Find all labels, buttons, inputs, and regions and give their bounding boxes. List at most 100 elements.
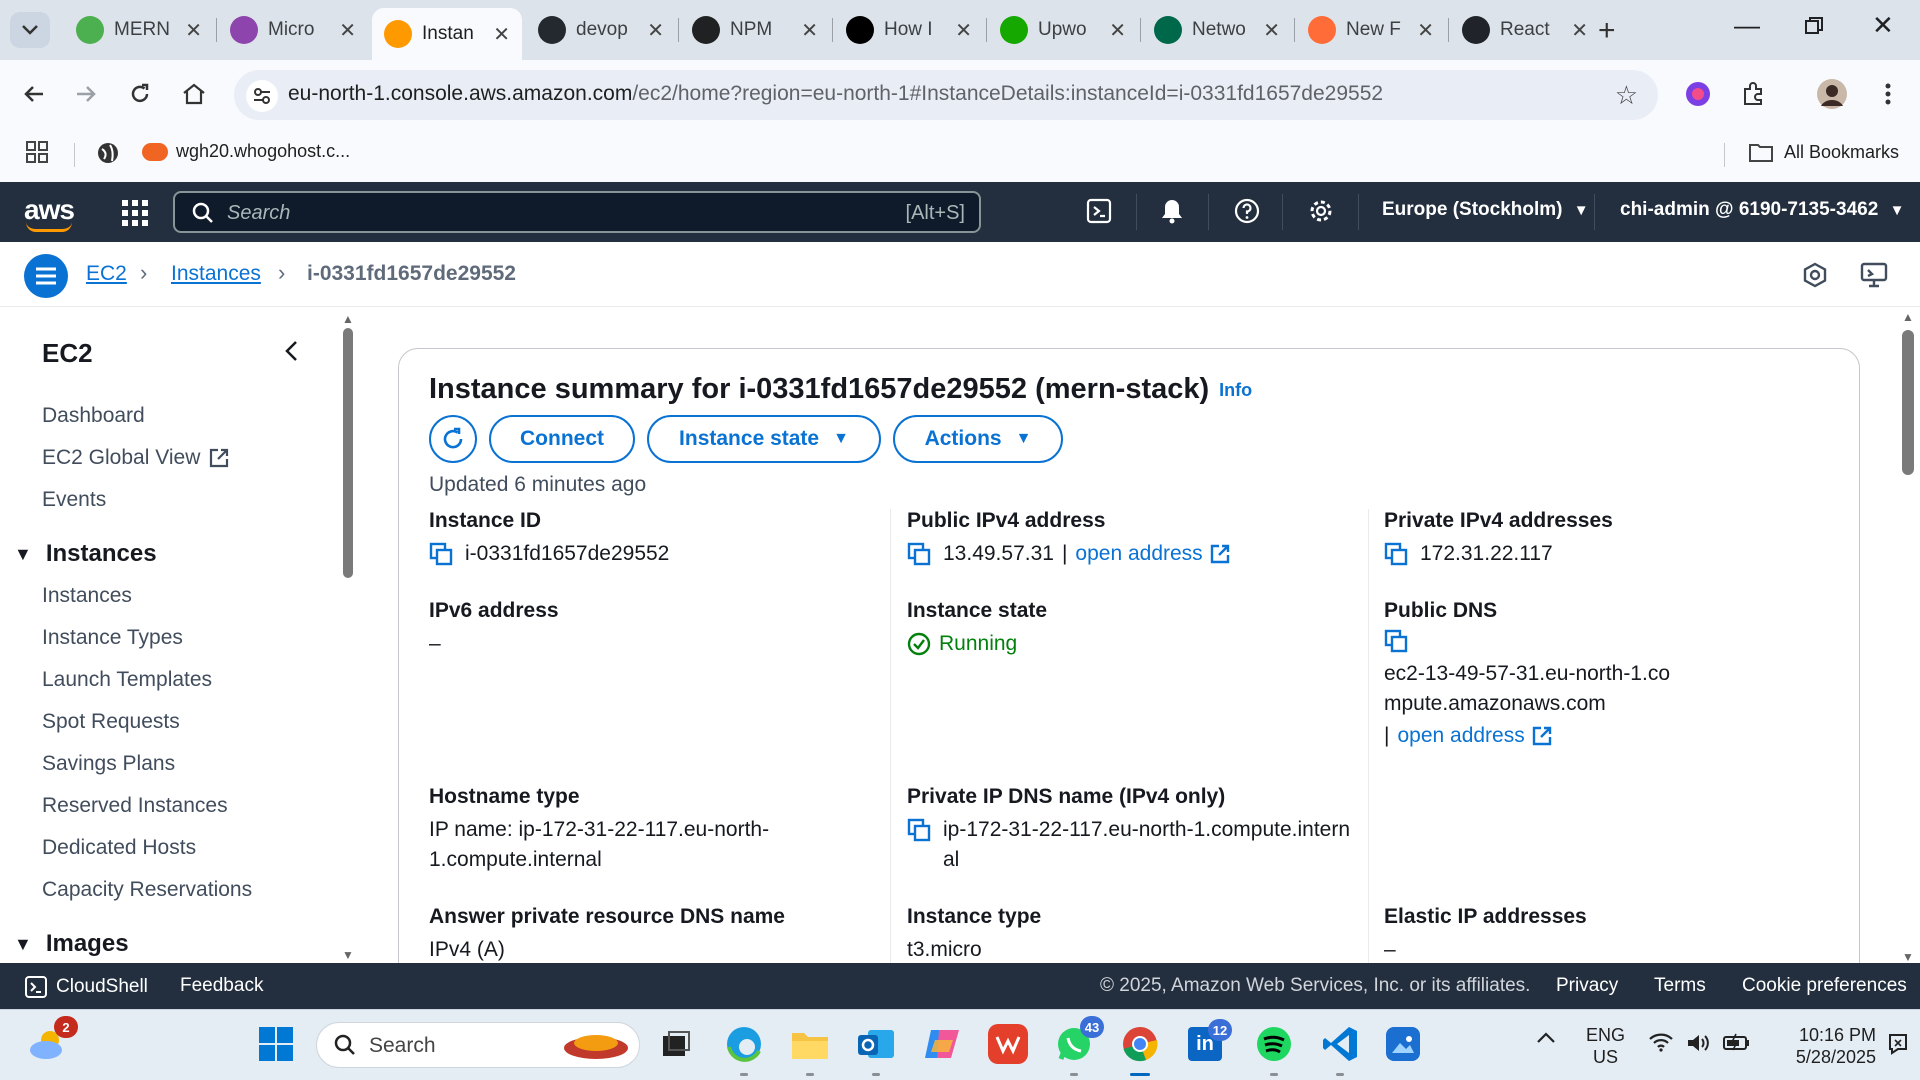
- sidebar-item-dashboard[interactable]: Dashboard: [42, 404, 145, 428]
- info-link[interactable]: Info: [1219, 380, 1252, 400]
- unified-settings-icon[interactable]: [1802, 262, 1828, 288]
- browser-tab[interactable]: React ✕: [1450, 8, 1600, 52]
- sidebar-item-spot-requests[interactable]: Spot Requests: [42, 710, 180, 734]
- volume-icon[interactable]: [1686, 1032, 1712, 1054]
- copy-icon[interactable]: [1384, 542, 1408, 566]
- address-bar[interactable]: eu-north-1.console.aws.amazon.com/ec2/ho…: [234, 70, 1658, 120]
- breadcrumb-instances[interactable]: Instances: [171, 262, 261, 286]
- settings-gear-icon[interactable]: [1308, 198, 1334, 224]
- copy-icon[interactable]: [1384, 629, 1408, 653]
- sidebar-collapse-icon[interactable]: [284, 340, 300, 362]
- close-tab-icon[interactable]: ✕: [955, 18, 972, 43]
- sidebar-item-instances[interactable]: Instances: [42, 584, 132, 608]
- close-tab-icon[interactable]: ✕: [801, 18, 818, 43]
- instance-state-button[interactable]: Instance state ▼: [647, 415, 881, 463]
- region-selector[interactable]: Europe (Stockholm) ▼: [1382, 199, 1589, 221]
- site-info-icon[interactable]: [246, 80, 278, 112]
- scroll-up-icon[interactable]: ▲: [342, 312, 354, 326]
- sidebar-item-reserved-instances[interactable]: Reserved Instances: [42, 794, 228, 818]
- vscode-app[interactable]: [1320, 1024, 1360, 1076]
- refresh-button[interactable]: [429, 415, 477, 463]
- feedback-link[interactable]: Feedback: [180, 975, 263, 997]
- profile-avatar[interactable]: [1814, 76, 1850, 112]
- sidebar-item-dedicated-hosts[interactable]: Dedicated Hosts: [42, 836, 196, 860]
- spotify-app[interactable]: [1254, 1024, 1294, 1076]
- breadcrumb-ec2[interactable]: EC2: [86, 262, 127, 286]
- new-tab-button[interactable]: +: [1598, 14, 1616, 48]
- connect-button[interactable]: Connect: [489, 415, 635, 463]
- browser-tab[interactable]: devop ✕: [526, 8, 676, 52]
- open-address-link[interactable]: open address: [1397, 721, 1524, 751]
- browser-tab[interactable]: New F ✕: [1296, 8, 1446, 52]
- minimize-icon[interactable]: —: [1734, 10, 1760, 41]
- close-tab-icon[interactable]: ✕: [1109, 18, 1126, 43]
- sidebar-item-launch-templates[interactable]: Launch Templates: [42, 668, 212, 692]
- outlook-app[interactable]: [856, 1024, 896, 1076]
- start-button[interactable]: [256, 1024, 296, 1064]
- browser-tab[interactable]: NPM ✕: [680, 8, 830, 52]
- sidebar-item-capacity-reservations[interactable]: Capacity Reservations: [42, 878, 252, 902]
- edge-app[interactable]: [724, 1024, 764, 1076]
- close-window-icon[interactable]: ✕: [1872, 10, 1894, 41]
- tutorial-panel-icon[interactable]: [1860, 262, 1888, 288]
- scroll-up-icon[interactable]: ▲: [1902, 310, 1914, 324]
- clock[interactable]: 10:16 PM 5/28/2025: [1770, 1024, 1876, 1068]
- terms-link[interactable]: Terms: [1654, 975, 1706, 997]
- whatsapp-app[interactable]: 43: [1054, 1016, 1104, 1076]
- cloudshell-button[interactable]: CloudShell: [24, 975, 148, 999]
- services-grid-icon[interactable]: [122, 200, 148, 226]
- aws-search-input[interactable]: Search [Alt+S]: [173, 191, 981, 233]
- sidebar-scroll-thumb[interactable]: [343, 328, 353, 578]
- close-tab-icon[interactable]: ✕: [339, 18, 356, 43]
- close-tab-icon[interactable]: ✕: [647, 18, 664, 43]
- open-address-link[interactable]: open address: [1075, 539, 1202, 569]
- copilot-app[interactable]: [922, 1024, 962, 1064]
- close-tab-icon[interactable]: ✕: [493, 22, 510, 47]
- cloudshell-icon[interactable]: [1086, 198, 1112, 224]
- apps-grid-icon[interactable]: [26, 141, 48, 163]
- reload-icon[interactable]: [122, 76, 158, 112]
- task-view-button[interactable]: [656, 1024, 696, 1064]
- close-tab-icon[interactable]: ✕: [1571, 18, 1588, 43]
- copy-icon[interactable]: [429, 542, 453, 566]
- scroll-down-icon[interactable]: ▼: [1902, 950, 1914, 964]
- sidebar-section-images[interactable]: ▼ Images: [14, 930, 129, 958]
- whogohost-bookmark[interactable]: wgh20.whogohost.c...: [142, 141, 350, 162]
- color-extension-icon[interactable]: [1680, 76, 1716, 112]
- show-hidden-icons[interactable]: [1536, 1030, 1556, 1044]
- help-icon[interactable]: [1234, 198, 1260, 224]
- forward-icon[interactable]: [68, 76, 104, 112]
- notifications-bell-icon[interactable]: [1160, 198, 1184, 224]
- browser-tab[interactable]: How I ✕: [834, 8, 984, 52]
- photos-app[interactable]: [1386, 1027, 1420, 1061]
- main-scroll-thumb[interactable]: [1902, 330, 1914, 475]
- browser-tab[interactable]: Netwo ✕: [1142, 8, 1292, 52]
- copy-icon[interactable]: [907, 818, 931, 842]
- browser-menu-icon[interactable]: [1870, 76, 1906, 112]
- weather-widget[interactable]: 2: [28, 1016, 78, 1064]
- language-indicator[interactable]: ENG US: [1586, 1024, 1625, 1068]
- wps-app[interactable]: [988, 1024, 1028, 1064]
- file-explorer-app[interactable]: [790, 1024, 830, 1076]
- wifi-icon[interactable]: [1648, 1032, 1674, 1052]
- globe-bookmark-icon[interactable]: [96, 141, 120, 165]
- sidebar-item-events[interactable]: Events: [42, 488, 106, 512]
- actions-button[interactable]: Actions ▼: [893, 415, 1063, 463]
- browser-tab[interactable]: Instan ✕: [372, 8, 522, 60]
- linkedin-app[interactable]: in 12: [1188, 1019, 1232, 1061]
- browser-tab[interactable]: Micro ✕: [218, 8, 368, 52]
- sidebar-item-instance-types[interactable]: Instance Types: [42, 626, 183, 650]
- chrome-app[interactable]: [1120, 1024, 1160, 1076]
- bookmark-star-icon[interactable]: ☆: [1615, 80, 1638, 111]
- close-tab-icon[interactable]: ✕: [185, 18, 202, 43]
- browser-tab[interactable]: MERN ✕: [64, 8, 214, 52]
- back-icon[interactable]: [16, 76, 52, 112]
- copy-icon[interactable]: [907, 542, 931, 566]
- notification-center-icon[interactable]: [1886, 1032, 1910, 1056]
- privacy-link[interactable]: Privacy: [1556, 975, 1618, 997]
- battery-icon[interactable]: [1722, 1032, 1752, 1052]
- sidebar-item-savings-plans[interactable]: Savings Plans: [42, 752, 175, 776]
- extensions-icon[interactable]: [1736, 76, 1772, 112]
- restore-icon[interactable]: [1804, 10, 1824, 36]
- taskbar-search-input[interactable]: Search: [316, 1022, 640, 1068]
